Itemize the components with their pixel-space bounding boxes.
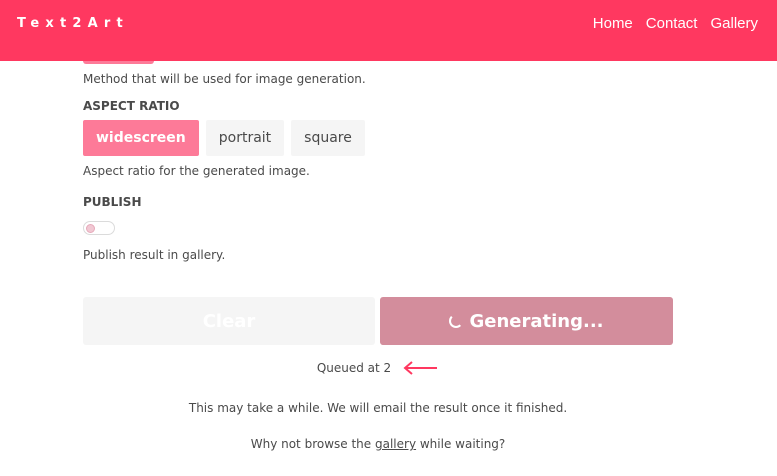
loading-spinner-icon (449, 314, 464, 328)
nav-link-home[interactable]: Home (593, 15, 633, 32)
generate-button-label: Generating... (469, 310, 604, 332)
browse-prefix: Why not browse the (250, 437, 375, 451)
gallery-link[interactable]: gallery (375, 437, 416, 451)
method-help-text: Method that will be used for image gener… (83, 72, 366, 86)
arrow-left-icon (403, 361, 438, 375)
aspect-portrait-tag[interactable]: portrait (205, 120, 285, 156)
queue-status: Queued at 2 (83, 361, 673, 375)
browse-suffix: while waiting? (416, 437, 506, 451)
queue-position-text: Queued at 2 (316, 361, 392, 375)
publish-help-text: Publish result in gallery. (83, 248, 226, 262)
navbar: Text2Art Home Contact Gallery (0, 0, 777, 61)
aspect-ratio-label: ASPECT RATIO (83, 99, 180, 113)
clear-button[interactable]: Clear (83, 297, 375, 345)
publish-label: PUBLISH (83, 195, 142, 209)
nav-link-gallery[interactable]: Gallery (710, 15, 758, 32)
nav-link-contact[interactable]: Contact (646, 15, 698, 32)
nav-links: Home Contact Gallery (593, 15, 758, 32)
generate-button[interactable]: Generating... (380, 297, 673, 345)
aspect-square-tag[interactable]: square (291, 120, 365, 156)
browse-message: Why not browse the gallery while waiting… (83, 437, 673, 451)
aspect-widescreen-tag[interactable]: widescreen (83, 120, 199, 156)
brand-logo[interactable]: Text2Art (17, 16, 129, 31)
wait-message: This may take a while. We will email the… (188, 401, 568, 415)
publish-toggle[interactable] (83, 221, 115, 235)
toggle-knob (86, 224, 95, 233)
aspect-ratio-help-text: Aspect ratio for the generated image. (83, 164, 310, 178)
aspect-ratio-tags: widescreen portrait square (83, 120, 365, 156)
